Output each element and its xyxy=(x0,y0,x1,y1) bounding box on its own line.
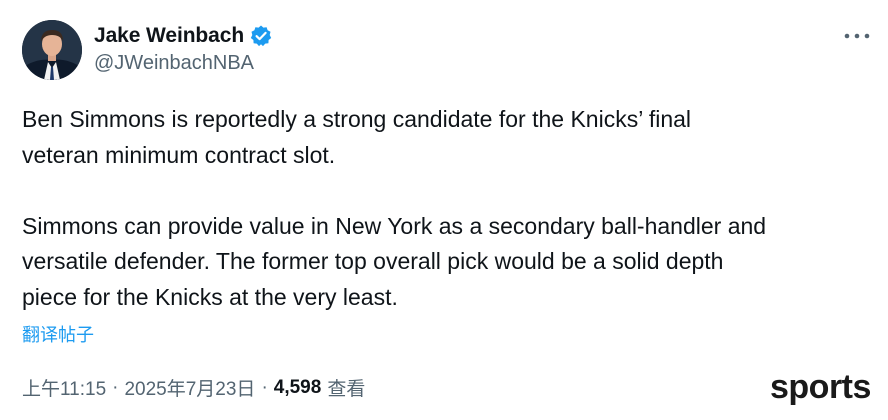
tweet-date[interactable]: 2025年7月23日 xyxy=(124,374,255,401)
tweet-paragraph: Simmons can provide value in New York as… xyxy=(22,212,767,310)
profile-photo xyxy=(22,20,82,80)
views-label: 查看 xyxy=(327,379,366,400)
author-name-row[interactable]: Jake Weinbach xyxy=(94,22,273,50)
tweet-metadata: 上午11:15 · 2025年7月23日 · 4,598 查看 xyxy=(22,374,365,401)
more-options-button[interactable] xyxy=(838,22,876,50)
author-handle[interactable]: @JWeinbachNBA xyxy=(94,52,254,75)
tweet-paragraph: Ben Simmons is reportedly a strong candi… xyxy=(22,106,692,168)
author-display-name[interactable]: Jake Weinbach xyxy=(94,24,244,48)
avatar[interactable] xyxy=(22,20,82,80)
translate-post-link[interactable]: 翻译帖子 xyxy=(22,321,94,347)
views-count[interactable]: 4,598 xyxy=(274,377,322,399)
verified-badge-icon[interactable] xyxy=(249,24,273,48)
tweet-text: Ben Simmons is reportedly a strong candi… xyxy=(22,102,872,315)
meta-separator: · xyxy=(112,376,119,398)
more-options-icon xyxy=(844,33,870,39)
tweet-time[interactable]: 上午11:15 xyxy=(22,374,106,401)
sports-watermark: sports xyxy=(770,368,871,406)
tweet-card: Jake Weinbach @JWeinbachNBA Ben Simmons … xyxy=(0,0,888,420)
meta-separator: · xyxy=(261,376,268,398)
